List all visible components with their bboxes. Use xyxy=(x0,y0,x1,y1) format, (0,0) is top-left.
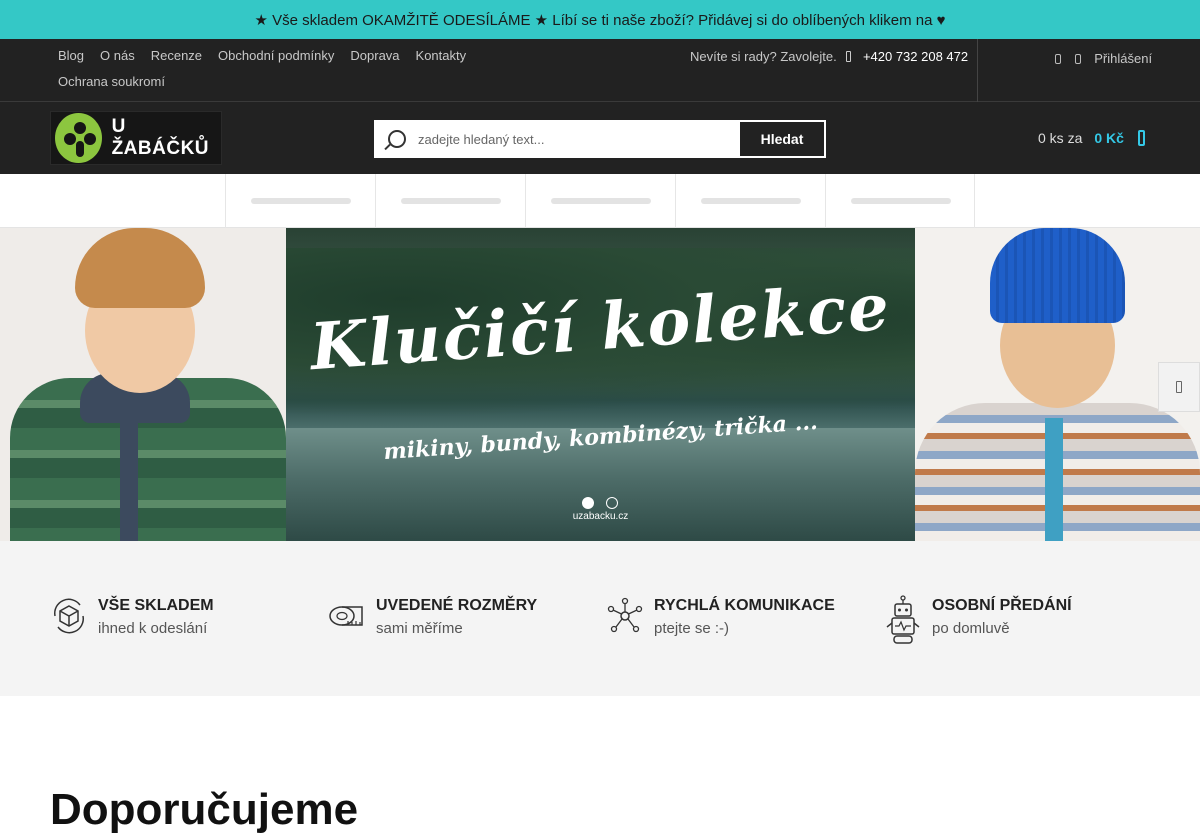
search-icon xyxy=(388,130,406,148)
menu-item-3[interactable] xyxy=(525,174,675,228)
main-menu xyxy=(0,174,1200,228)
feature-title: VŠE SKLADEM xyxy=(98,597,214,614)
menu-item-4[interactable] xyxy=(675,174,825,228)
box-cycle-icon xyxy=(53,598,85,634)
cart[interactable]: 0 ks za 0 Kč xyxy=(1038,102,1145,174)
top-bar: Blog O nás Recenze Obchodní podmínky Dop… xyxy=(0,39,1200,102)
topnav-shipping[interactable]: Doprava xyxy=(342,43,407,69)
cart-icon[interactable] xyxy=(1137,130,1145,146)
contact-info: Nevíte si rady? Zavolejte. +420 732 208 … xyxy=(690,39,968,75)
search-form: Hledat xyxy=(374,120,826,158)
hero-watermark: uzabacku.cz xyxy=(572,511,629,522)
login-link[interactable]: Přihlášení xyxy=(1055,39,1152,79)
announcement-text: ★ Vše skladem OKAMŽITĚ ODESÍLÁME ★ Líbí … xyxy=(254,11,946,29)
menu-placeholder xyxy=(400,198,501,204)
menu-item-1[interactable] xyxy=(225,174,375,228)
topnav-contacts[interactable]: Kontakty xyxy=(408,43,475,69)
robot-icon xyxy=(886,595,920,644)
contact-text: Nevíte si rady? Zavolejte. xyxy=(690,49,837,64)
slider-dots xyxy=(582,497,618,509)
feature-subtitle: po domluvě xyxy=(932,620,1010,637)
frog-logo-icon xyxy=(55,113,102,163)
topnav-privacy[interactable]: Ochrana soukromí xyxy=(50,69,173,95)
feature-title: UVEDENÉ ROZMĚRY xyxy=(376,597,538,614)
logo[interactable]: U ŽABÁČKŮ xyxy=(50,111,222,165)
topnav-about[interactable]: O nás xyxy=(92,43,143,69)
feature-item: UVEDENÉ ROZMĚRY sami měříme xyxy=(328,597,537,637)
announcement-bar: ★ Vše skladem OKAMŽITĚ ODESÍLÁME ★ Líbí … xyxy=(0,0,1200,39)
feature-item: RYCHLÁ KOMUNIKACE ptejte se :-) xyxy=(606,597,835,637)
heart-icon[interactable] xyxy=(1055,54,1061,64)
feature-subtitle: ihned k odeslání xyxy=(98,620,208,637)
topnav-blog[interactable]: Blog xyxy=(50,43,92,69)
top-navigation: Blog O nás Recenze Obchodní podmínky Dop… xyxy=(50,43,510,95)
topnav-reviews[interactable]: Recenze xyxy=(143,43,210,69)
feature-subtitle: sami měříme xyxy=(376,620,463,637)
search-button[interactable]: Hledat xyxy=(740,122,824,156)
feature-subtitle: ptejte se :-) xyxy=(654,620,730,637)
menu-placeholder xyxy=(550,198,651,204)
arrow-right-icon xyxy=(1176,381,1182,393)
login-label[interactable]: Přihlášení xyxy=(1094,51,1152,66)
menu-item-5[interactable] xyxy=(825,174,975,228)
features-bar: VŠE SKLADEM ihned k odeslání UVEDENÉ ROZ… xyxy=(0,541,1200,696)
logo-text: U ŽABÁČKŮ xyxy=(111,116,210,159)
feature-item: VŠE SKLADEM ihned k odeslání xyxy=(50,597,214,637)
user-icon xyxy=(1074,54,1081,64)
feature-title: RYCHLÁ KOMUNIKACE xyxy=(654,597,835,614)
slider-next-button[interactable] xyxy=(1158,362,1200,412)
phone-icon xyxy=(846,51,852,62)
slider-dot-2[interactable] xyxy=(606,497,618,509)
feature-item: OSOBNÍ PŘEDÁNÍ po domluvě xyxy=(884,595,1072,645)
topnav-terms[interactable]: Obchodní podmínky xyxy=(210,43,342,69)
menu-placeholder xyxy=(850,198,951,204)
header: U ŽABÁČKŮ Hledat 0 ks za 0 Kč xyxy=(0,102,1200,174)
hero-image-boy-sweater xyxy=(0,228,286,541)
divider xyxy=(977,39,978,102)
search-input[interactable] xyxy=(406,122,740,156)
menu-placeholder xyxy=(250,198,351,204)
hero-banner[interactable]: Klučičí kolekce mikiny, bundy, kombinézy… xyxy=(286,228,915,541)
feature-title: OSOBNÍ PŘEDÁNÍ xyxy=(932,597,1072,614)
slider-dot-1[interactable] xyxy=(582,497,594,509)
divider xyxy=(974,174,975,228)
hero-slider[interactable]: Klučičí kolekce mikiny, bundy, kombinézy… xyxy=(0,228,1200,541)
cart-count: 0 ks za xyxy=(1038,130,1083,146)
contact-phone[interactable]: +420 732 208 472 xyxy=(863,49,968,64)
network-icon xyxy=(607,597,643,633)
menu-placeholder xyxy=(700,198,801,204)
tape-measure-icon xyxy=(329,606,363,626)
section-title: Doporučujeme xyxy=(50,785,359,834)
menu-item-2[interactable] xyxy=(375,174,525,228)
cart-price: 0 Kč xyxy=(1094,130,1124,146)
